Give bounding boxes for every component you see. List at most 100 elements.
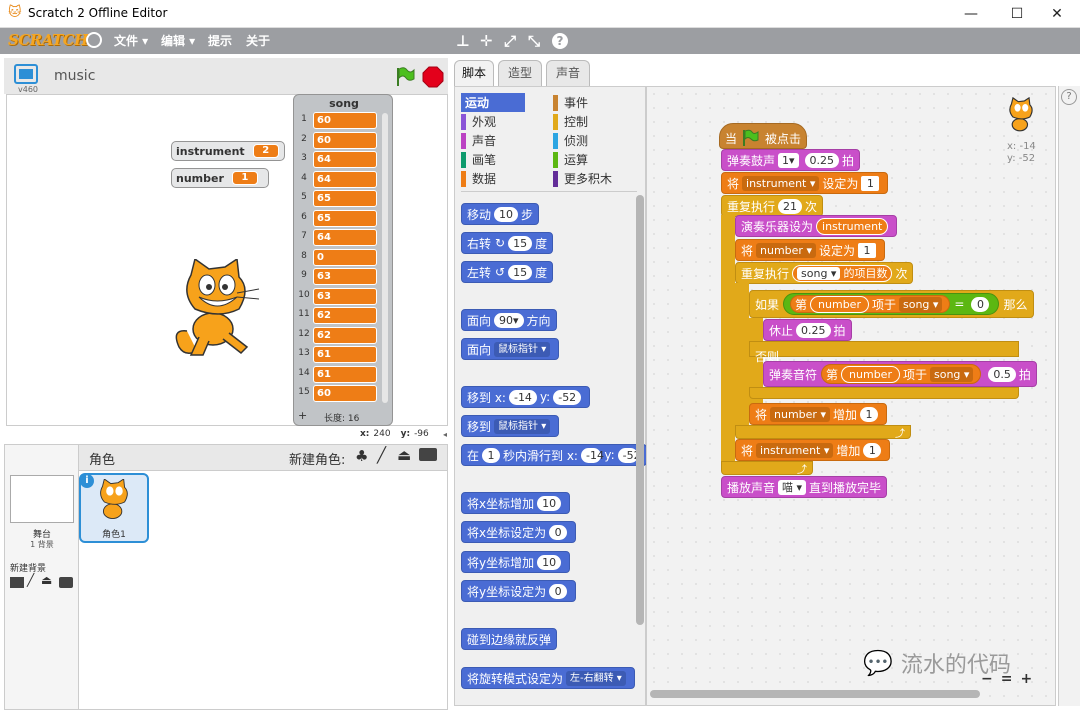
block-set-instrument[interactable]: 演奏乐器设为 instrument	[735, 215, 898, 237]
sprite-library-icon[interactable]: ♣	[355, 447, 368, 465]
list-item-value[interactable]: 64	[313, 170, 377, 188]
globe-icon[interactable]	[86, 32, 102, 48]
block-set-x[interactable]: 将x坐标设定为 0	[461, 521, 577, 543]
category-9[interactable]: 更多积木	[553, 169, 641, 188]
list-item-value[interactable]: 60	[313, 131, 377, 149]
list-item[interactable]: 6 65	[294, 209, 394, 229]
list-item-value[interactable]: 63	[313, 268, 377, 285]
list-item[interactable]: 13 61	[294, 345, 394, 365]
menu-file[interactable]: 文件 ▾	[114, 28, 148, 54]
block-point-direction[interactable]: 面向 90▾ 方向	[461, 309, 557, 331]
green-flag-icon[interactable]	[394, 66, 416, 88]
collapse-arrow-icon[interactable]: ◂	[443, 430, 451, 439]
list-item-value[interactable]: 65	[313, 190, 377, 207]
stage-thumbnail[interactable]	[10, 475, 74, 523]
block-repeat-21[interactable]: 重复执行 21 次	[721, 195, 824, 217]
list-item-value[interactable]: 0	[313, 248, 377, 266]
block-turn-left[interactable]: 左转 ↺ 15 度	[461, 261, 554, 283]
paint-sprite-icon[interactable]: ╱	[377, 446, 386, 464]
list-item[interactable]: 7 64	[294, 228, 394, 248]
list-item[interactable]: 5 65	[294, 189, 394, 209]
category-7[interactable]: 运算	[553, 150, 641, 169]
block-play-drum[interactable]: 弹奏鼓声 1▾ 0.25 拍	[721, 149, 861, 171]
list-item-value[interactable]: 64	[313, 151, 377, 168]
list-item[interactable]: 3 64	[294, 150, 394, 170]
help-icon[interactable]: ?	[552, 33, 568, 49]
list-scrollbar[interactable]	[382, 113, 388, 403]
block-rotation-style[interactable]: 将旋转模式设定为 左-右翻转 ▾	[461, 667, 635, 689]
list-item[interactable]: 10 63	[294, 287, 394, 307]
block-point-towards[interactable]: 面向 鼠标指针 ▾	[461, 338, 560, 360]
list-add-button[interactable]: +	[298, 409, 307, 422]
block-if-else[interactable]: 如果 第 number 项于 song ▾ = 0 那么	[749, 290, 1034, 318]
fullscreen-icon[interactable]	[14, 64, 38, 84]
category-5[interactable]: 侦测	[553, 131, 641, 150]
block-goto-xy[interactable]: 移到 x: -14 y: -52	[461, 386, 591, 408]
block-glide[interactable]: 在 1 秒内滑行到 x: -14 y: -52	[461, 444, 647, 466]
camera-backdrop-icon[interactable]	[59, 577, 73, 588]
category-4[interactable]: 声音	[461, 131, 553, 150]
category-3[interactable]: 控制	[553, 112, 641, 131]
tab-costumes[interactable]: 造型	[498, 60, 542, 86]
list-monitor-song[interactable]: song 1 60 2 60 3 64 4 64 5 65 6 65 7 64 8 0 9 63 10 63 11 62 1…	[293, 94, 393, 426]
info-icon[interactable]: i	[80, 474, 94, 488]
category-6[interactable]: 画笔	[461, 150, 553, 169]
list-item[interactable]: 14 61	[294, 365, 394, 385]
menu-about[interactable]: 关于	[246, 28, 270, 54]
delete-icon[interactable]: ✛	[480, 28, 493, 54]
help-tips-icon[interactable]: ?	[1061, 89, 1077, 105]
block-change-number[interactable]: 将 number ▾ 增加 1	[749, 403, 887, 425]
category-1[interactable]: 事件	[553, 93, 641, 112]
list-item[interactable]: 1 60	[294, 111, 394, 131]
list-item-value[interactable]: 61	[313, 346, 377, 363]
block-turn-right[interactable]: 右转 ↻ 15 度	[461, 232, 554, 254]
block-play-note[interactable]: 弹奏音符 第 number 项于 song ▾ 0.5 拍	[763, 361, 1037, 387]
block-set-instrument-var[interactable]: 将 instrument ▾ 设定为 1	[721, 172, 889, 194]
list-item[interactable]: 80	[294, 248, 394, 268]
block-change-instrument[interactable]: 将 instrument ▾ 增加 1	[735, 439, 891, 461]
list-item[interactable]: 11 62	[294, 306, 394, 326]
list-item[interactable]: 15 60	[294, 384, 394, 404]
upload-sprite-icon[interactable]: ⏏	[397, 446, 411, 464]
camera-sprite-icon[interactable]	[419, 448, 437, 461]
tab-scripts[interactable]: 脚本	[454, 60, 494, 88]
list-item[interactable]: 12 62	[294, 326, 394, 346]
list-item[interactable]: 4 64	[294, 170, 394, 190]
block-set-number[interactable]: 将 number ▾ 设定为 1	[735, 239, 885, 261]
block-repeat-song-length[interactable]: 重复执行 song ▾ 的项目数次	[735, 262, 914, 284]
shrink-icon[interactable]: ⤡	[528, 28, 540, 54]
paint-backdrop-icon[interactable]: ╱	[27, 573, 34, 587]
zoom-out-icon[interactable]: −	[981, 671, 993, 687]
menu-tips[interactable]: 提示	[208, 28, 232, 54]
list-item-value[interactable]: 63	[313, 287, 377, 305]
list-item-value[interactable]: 60	[313, 385, 377, 402]
minimize-icon[interactable]: —	[948, 0, 994, 28]
list-item-value[interactable]: 64	[313, 229, 377, 246]
close-icon[interactable]: ✕	[1034, 0, 1080, 28]
block-goto[interactable]: 移到 鼠标指针 ▾	[461, 415, 560, 437]
list-item[interactable]: 2 60	[294, 131, 394, 151]
scripts-area[interactable]: x: -14 y: -52 当 被点击 弹奏鼓声 1▾ 0.25 拍 将 instrum…	[646, 86, 1056, 706]
list-item-value[interactable]: 61	[313, 365, 377, 383]
block-play-sound-until-done[interactable]: 播放声音喵 ▾ 直到播放完毕	[721, 476, 888, 498]
tab-sounds[interactable]: 声音	[546, 60, 590, 86]
zoom-reset-icon[interactable]: =	[1001, 671, 1013, 687]
category-0[interactable]: 运动	[461, 93, 525, 112]
category-8[interactable]: 数据	[461, 169, 553, 188]
scripts-h-scrollbar[interactable]	[650, 690, 980, 698]
cat-sprite[interactable]	[169, 259, 263, 359]
menu-edit[interactable]: 编辑 ▾	[161, 28, 195, 54]
stop-icon[interactable]	[422, 66, 444, 88]
grow-icon[interactable]: ⤢	[504, 28, 516, 54]
block-set-y[interactable]: 将y坐标设定为 0	[461, 580, 577, 602]
list-item-value[interactable]: 60	[313, 112, 377, 129]
palette-scrollbar[interactable]	[636, 195, 644, 625]
block-when-flag-clicked[interactable]: 当 被点击	[719, 123, 808, 149]
list-item-value[interactable]: 62	[313, 307, 377, 324]
block-move[interactable]: 移动 10 步	[461, 203, 540, 225]
category-2[interactable]: 外观	[461, 112, 553, 131]
list-item-value[interactable]: 62	[313, 326, 377, 344]
list-item[interactable]: 9 63	[294, 267, 394, 287]
zoom-in-icon[interactable]: +	[1020, 671, 1032, 687]
list-item-value[interactable]: 65	[313, 209, 377, 227]
